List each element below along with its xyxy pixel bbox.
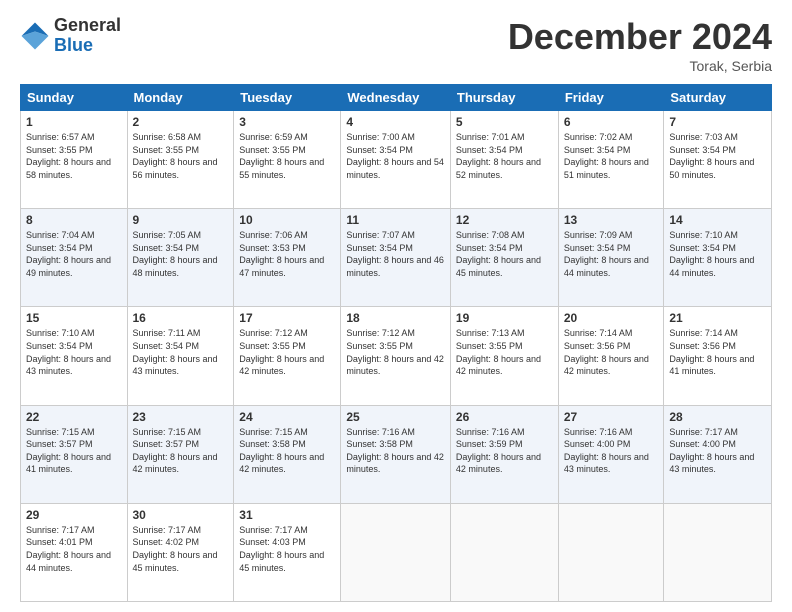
day-29: 29 Sunrise: 7:17 AMSunset: 4:01 PMDaylig… [21, 503, 128, 601]
col-monday: Monday [127, 85, 234, 111]
day-2: 2 Sunrise: 6:58 AMSunset: 3:55 PMDayligh… [127, 111, 234, 209]
day-26: 26 Sunrise: 7:16 AMSunset: 3:59 PMDaylig… [450, 405, 558, 503]
day-15: 15 Sunrise: 7:10 AMSunset: 3:54 PMDaylig… [21, 307, 128, 405]
col-friday: Friday [558, 85, 664, 111]
day-25: 25 Sunrise: 7:16 AMSunset: 3:58 PMDaylig… [341, 405, 451, 503]
day-21: 21 Sunrise: 7:14 AMSunset: 3:56 PMDaylig… [664, 307, 772, 405]
title-block: December 2024 Torak, Serbia [508, 16, 772, 74]
day-9: 9 Sunrise: 7:05 AMSunset: 3:54 PMDayligh… [127, 209, 234, 307]
col-sunday: Sunday [21, 85, 128, 111]
day-24: 24 Sunrise: 7:15 AMSunset: 3:58 PMDaylig… [234, 405, 341, 503]
day-10: 10 Sunrise: 7:06 AMSunset: 3:53 PMDaylig… [234, 209, 341, 307]
day-12: 12 Sunrise: 7:08 AMSunset: 3:54 PMDaylig… [450, 209, 558, 307]
day-6: 6 Sunrise: 7:02 AMSunset: 3:54 PMDayligh… [558, 111, 664, 209]
page: General Blue December 2024 Torak, Serbia… [0, 0, 792, 612]
calendar: Sunday Monday Tuesday Wednesday Thursday… [20, 84, 772, 602]
week-5: 29 Sunrise: 7:17 AMSunset: 4:01 PMDaylig… [21, 503, 772, 601]
week-1: 1 Sunrise: 6:57 AMSunset: 3:55 PMDayligh… [21, 111, 772, 209]
day-17: 17 Sunrise: 7:12 AMSunset: 3:55 PMDaylig… [234, 307, 341, 405]
calendar-header-row: Sunday Monday Tuesday Wednesday Thursday… [21, 85, 772, 111]
day-28: 28 Sunrise: 7:17 AMSunset: 4:00 PMDaylig… [664, 405, 772, 503]
location: Torak, Serbia [508, 58, 772, 74]
day-23: 23 Sunrise: 7:15 AMSunset: 3:57 PMDaylig… [127, 405, 234, 503]
day-19: 19 Sunrise: 7:13 AMSunset: 3:55 PMDaylig… [450, 307, 558, 405]
logo-text: General Blue [54, 16, 121, 56]
day-20: 20 Sunrise: 7:14 AMSunset: 3:56 PMDaylig… [558, 307, 664, 405]
col-wednesday: Wednesday [341, 85, 451, 111]
logo-general: General [54, 16, 121, 36]
day-31: 31 Sunrise: 7:17 AMSunset: 4:03 PMDaylig… [234, 503, 341, 601]
day-8: 8 Sunrise: 7:04 AMSunset: 3:54 PMDayligh… [21, 209, 128, 307]
logo-icon [20, 21, 50, 51]
day-11: 11 Sunrise: 7:07 AMSunset: 3:54 PMDaylig… [341, 209, 451, 307]
day-4: 4 Sunrise: 7:00 AMSunset: 3:54 PMDayligh… [341, 111, 451, 209]
day-22: 22 Sunrise: 7:15 AMSunset: 3:57 PMDaylig… [21, 405, 128, 503]
day-13: 13 Sunrise: 7:09 AMSunset: 3:54 PMDaylig… [558, 209, 664, 307]
day-1: 1 Sunrise: 6:57 AMSunset: 3:55 PMDayligh… [21, 111, 128, 209]
day-16: 16 Sunrise: 7:11 AMSunset: 3:54 PMDaylig… [127, 307, 234, 405]
day-14: 14 Sunrise: 7:10 AMSunset: 3:54 PMDaylig… [664, 209, 772, 307]
logo: General Blue [20, 16, 121, 56]
day-5: 5 Sunrise: 7:01 AMSunset: 3:54 PMDayligh… [450, 111, 558, 209]
week-2: 8 Sunrise: 7:04 AMSunset: 3:54 PMDayligh… [21, 209, 772, 307]
day-3: 3 Sunrise: 6:59 AMSunset: 3:55 PMDayligh… [234, 111, 341, 209]
month-title: December 2024 [508, 16, 772, 58]
col-saturday: Saturday [664, 85, 772, 111]
col-tuesday: Tuesday [234, 85, 341, 111]
day-7: 7 Sunrise: 7:03 AMSunset: 3:54 PMDayligh… [664, 111, 772, 209]
empty-cell-1 [341, 503, 451, 601]
day-18: 18 Sunrise: 7:12 AMSunset: 3:55 PMDaylig… [341, 307, 451, 405]
empty-cell-4 [664, 503, 772, 601]
logo-blue: Blue [54, 36, 121, 56]
day-30: 30 Sunrise: 7:17 AMSunset: 4:02 PMDaylig… [127, 503, 234, 601]
empty-cell-2 [450, 503, 558, 601]
day-27: 27 Sunrise: 7:16 AMSunset: 4:00 PMDaylig… [558, 405, 664, 503]
header: General Blue December 2024 Torak, Serbia [20, 16, 772, 74]
empty-cell-3 [558, 503, 664, 601]
week-3: 15 Sunrise: 7:10 AMSunset: 3:54 PMDaylig… [21, 307, 772, 405]
week-4: 22 Sunrise: 7:15 AMSunset: 3:57 PMDaylig… [21, 405, 772, 503]
col-thursday: Thursday [450, 85, 558, 111]
